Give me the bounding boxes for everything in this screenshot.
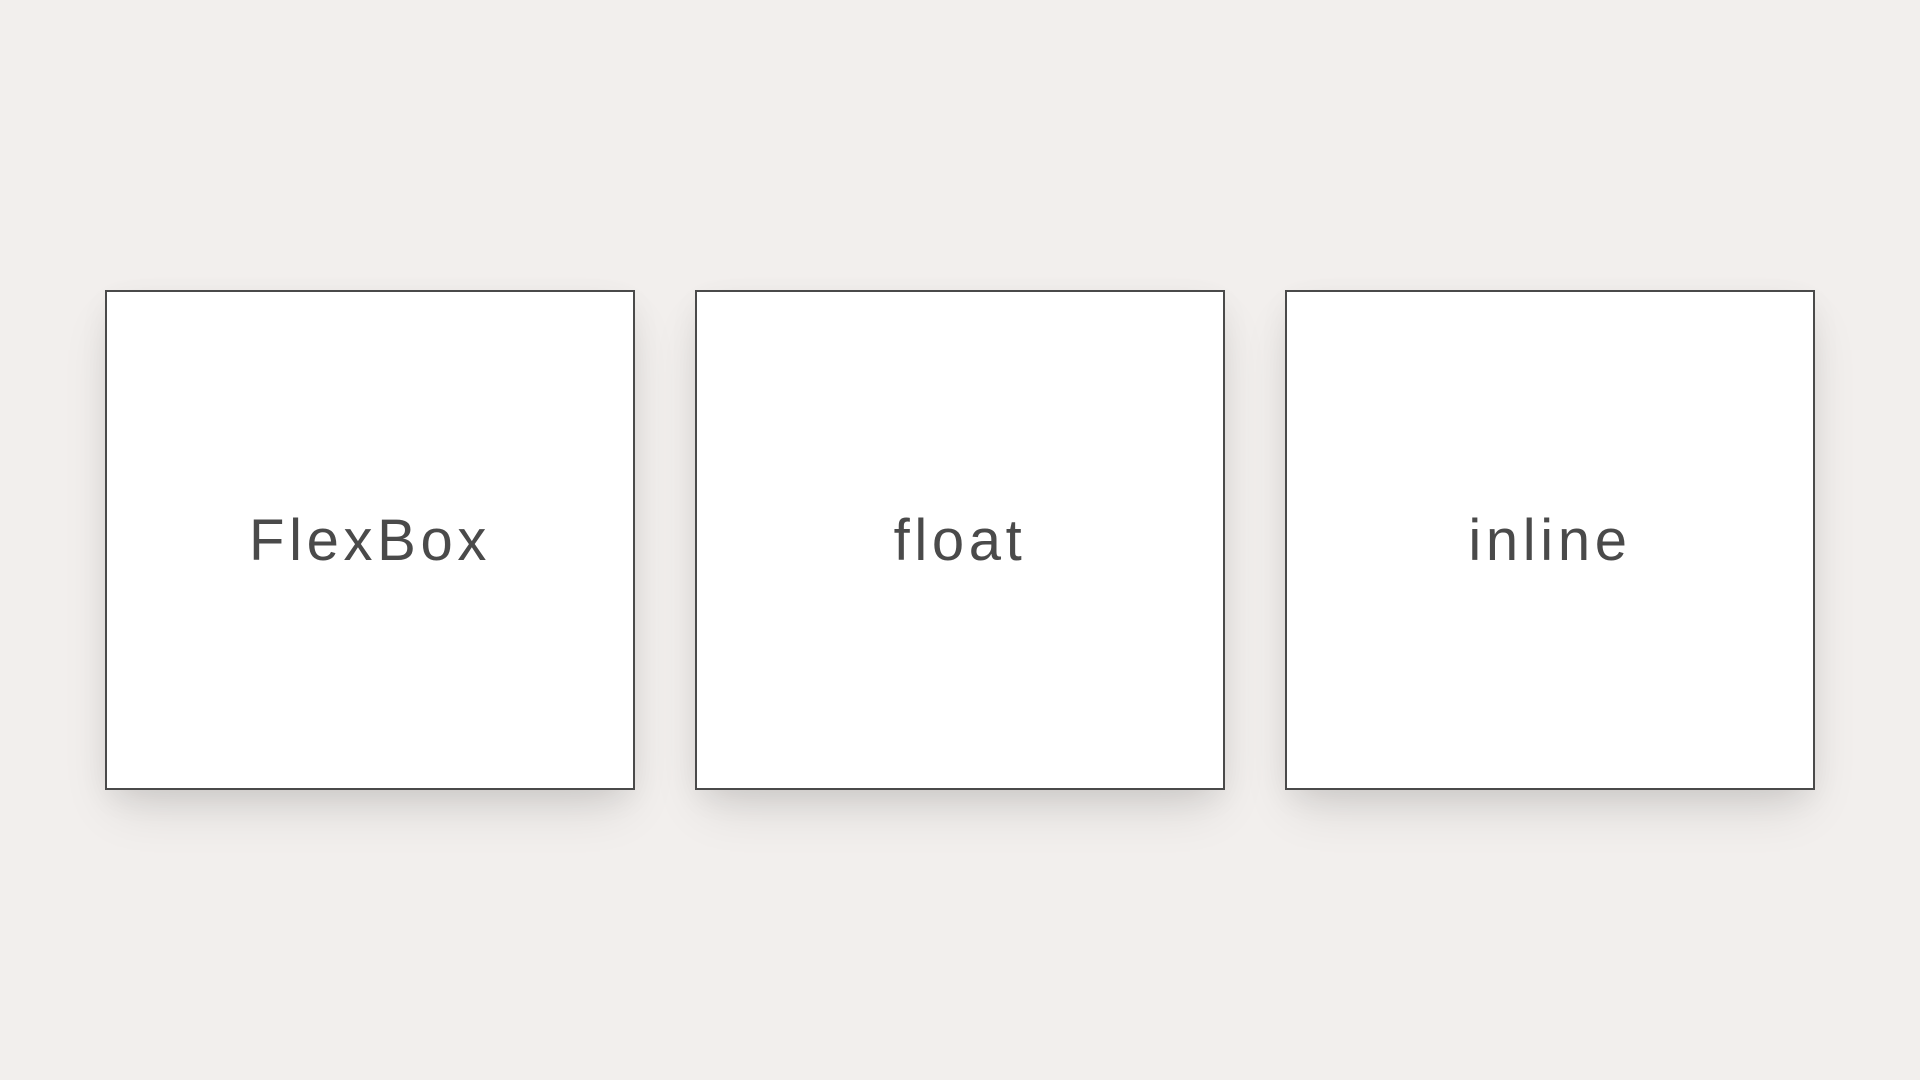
card-flexbox: FlexBox <box>105 290 635 790</box>
card-label: inline <box>1468 507 1631 574</box>
card-label: FlexBox <box>249 507 491 574</box>
card-inline: inline <box>1285 290 1815 790</box>
card-float: float <box>695 290 1225 790</box>
card-row: FlexBox float inline <box>105 290 1815 790</box>
card-label: float <box>894 507 1027 574</box>
